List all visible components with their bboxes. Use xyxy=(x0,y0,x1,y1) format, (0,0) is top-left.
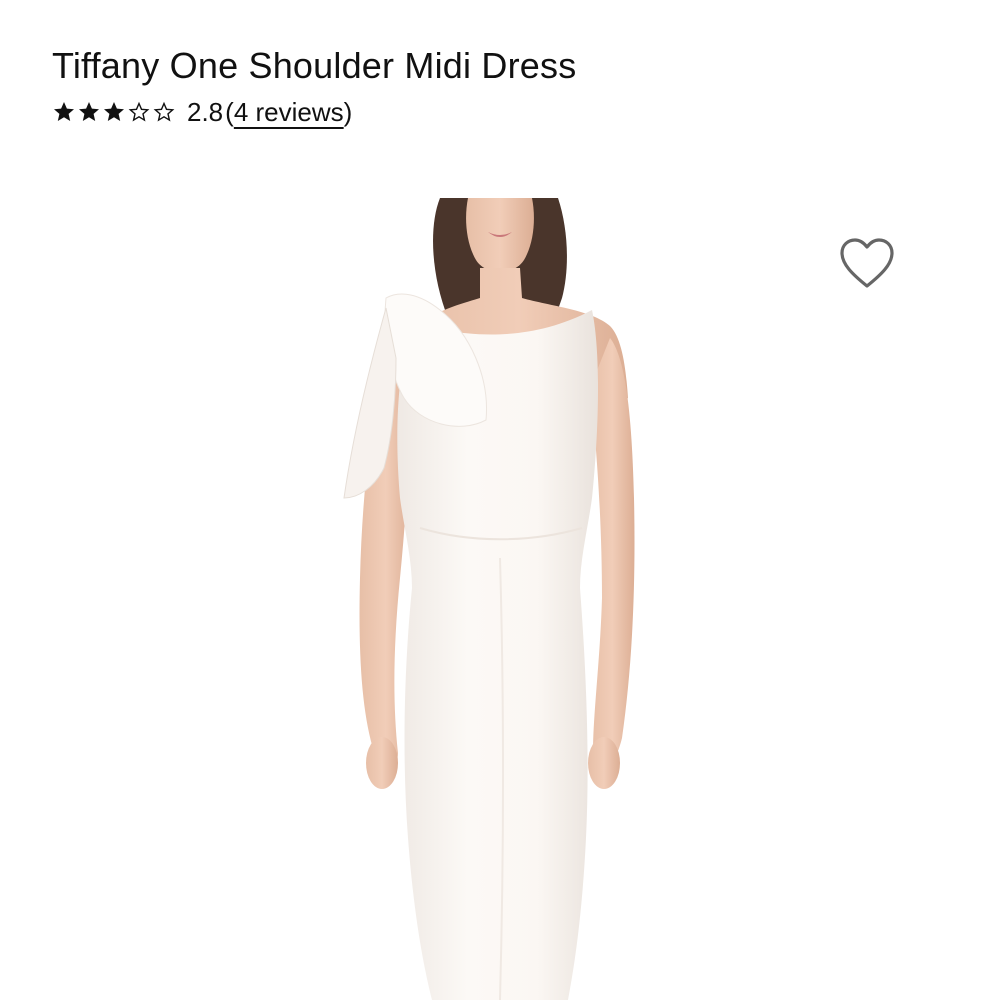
wishlist-button[interactable] xyxy=(838,236,896,290)
reviews-close-paren: ) xyxy=(343,96,353,127)
product-title: Tiffany One Shoulder Midi Dress xyxy=(52,45,577,87)
star-empty-icon xyxy=(152,100,176,124)
reviews-link[interactable]: 4 reviews xyxy=(234,97,344,128)
reviews-open-paren: ( xyxy=(225,96,234,127)
heart-outline-icon xyxy=(840,238,894,288)
product-image[interactable] xyxy=(300,198,700,1000)
star-rating xyxy=(52,100,177,124)
star-filled-icon xyxy=(77,100,101,124)
rating-row: 2.8 (4 reviews) xyxy=(52,92,352,132)
star-empty-icon xyxy=(127,100,151,124)
rating-value: 2.8 xyxy=(187,96,224,127)
star-filled-icon xyxy=(52,100,76,124)
dress-model-illustration xyxy=(343,198,635,1000)
star-filled-icon xyxy=(102,100,126,124)
